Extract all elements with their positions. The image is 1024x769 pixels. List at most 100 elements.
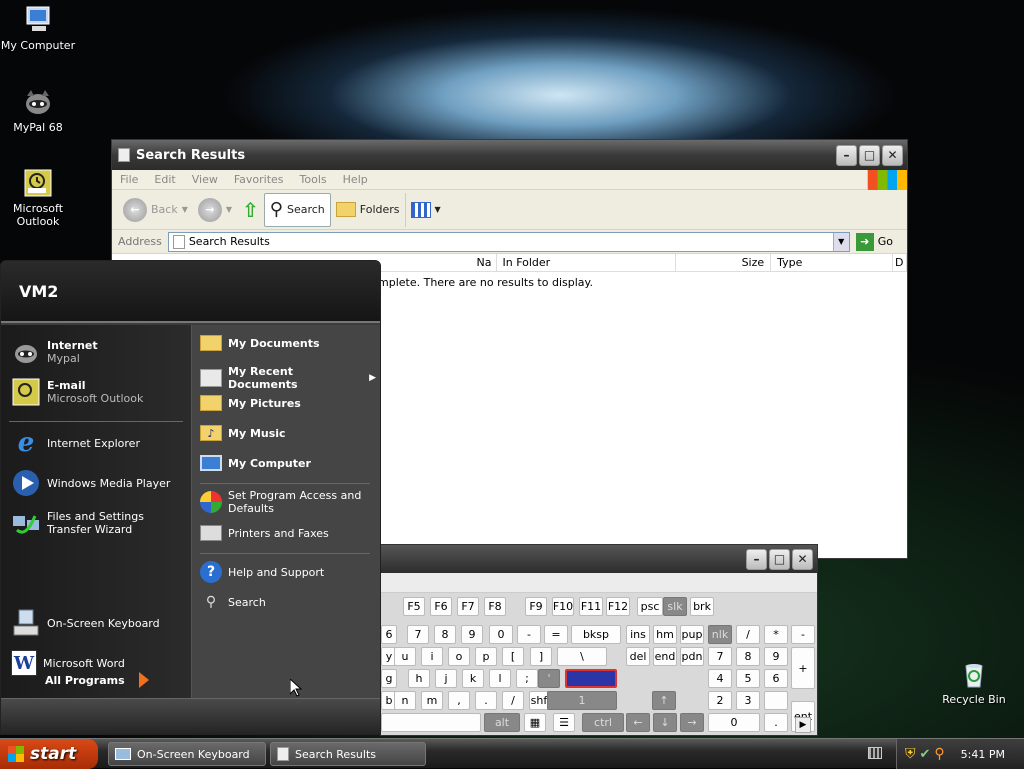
osk-key[interactable]: * (764, 625, 788, 644)
osk-key[interactable]: o (448, 647, 470, 666)
search-icon[interactable]: ⚲ (934, 746, 944, 762)
osk-key[interactable]: 0 (708, 713, 760, 732)
osk-key[interactable]: ] (530, 647, 552, 666)
osk-key[interactable]: end (653, 647, 677, 666)
osk-key[interactable]: pup (680, 625, 704, 644)
osk-key[interactable] (764, 691, 788, 710)
osk-key[interactable]: 1 (547, 691, 617, 710)
column-date[interactable]: D (893, 254, 907, 271)
osk-titlebar[interactable]: – □ ✕ (381, 545, 817, 573)
osk-key[interactable]: \ (557, 647, 607, 666)
osk-key[interactable]: 4 (708, 669, 732, 688)
up-folder-button[interactable]: ⇧ (237, 193, 264, 227)
minimize-button[interactable]: – (746, 548, 767, 570)
column-type[interactable]: Type (771, 254, 893, 271)
osk-key[interactable]: ' (538, 669, 560, 688)
osk-key[interactable]: 5 (736, 669, 760, 688)
start-item-search[interactable]: ⚲ Search (200, 591, 266, 613)
forward-button[interactable]: → ▼ (193, 193, 237, 227)
desktop-icon-mypal[interactable]: MyPal 68 (0, 86, 76, 134)
osk-key[interactable]: n (394, 691, 416, 710)
osk-key[interactable]: pdn (680, 647, 704, 666)
start-item-my-music[interactable]: ♪ My Music (200, 425, 286, 441)
security-shield-icon[interactable]: ⛨ (905, 746, 916, 762)
osk-key-down-arrow[interactable]: ↓ (653, 713, 677, 732)
osk-key[interactable]: h (408, 669, 430, 688)
start-item-transfer-wizard[interactable]: Files and Settings Transfer Wizard (11, 503, 181, 543)
osk-key[interactable]: nlk (708, 625, 732, 644)
osk-key[interactable]: i (421, 647, 443, 666)
desktop-icon-recycle-bin[interactable]: Recycle Bin (936, 658, 1012, 706)
menu-file[interactable]: File (112, 173, 146, 186)
start-item-help[interactable]: ? Help and Support (200, 561, 324, 583)
search-button[interactable]: ⚲ Search (263, 192, 331, 227)
osk-key[interactable]: F5 (403, 597, 425, 616)
osk-key[interactable]: F11 (579, 597, 603, 616)
osk-key[interactable]: bksp (571, 625, 621, 644)
osk-key[interactable]: alt (484, 713, 520, 732)
osk-key[interactable]: ins (626, 625, 650, 644)
start-item-email[interactable]: E-mail Microsoft Outlook (11, 377, 143, 407)
osk-key[interactable]: ctrl (582, 713, 624, 732)
osk-key[interactable]: 6 (764, 669, 788, 688)
taskbar-item-search-results[interactable]: Search Results (270, 742, 426, 766)
menu-favorites[interactable]: Favorites (226, 173, 292, 186)
network-icon[interactable]: ✔ (920, 747, 931, 762)
osk-key[interactable]: j (435, 669, 457, 688)
osk-key[interactable]: brk (690, 597, 714, 616)
all-programs-button[interactable]: All Programs (45, 672, 149, 688)
maximize-button[interactable]: □ (859, 144, 880, 166)
osk-key[interactable]: 9 (764, 647, 788, 666)
osk-key[interactable]: g (381, 669, 397, 688)
osk-key[interactable]: / (502, 691, 524, 710)
osk-key[interactable]: F8 (484, 597, 506, 616)
start-item-internet[interactable]: Internet Mypal (11, 337, 98, 367)
menu-edit[interactable]: Edit (146, 173, 183, 186)
osk-key[interactable]: l (489, 669, 511, 688)
start-item-my-documents[interactable]: My Documents (200, 335, 320, 351)
folders-button[interactable]: Folders (331, 193, 405, 227)
start-item-on-screen-keyboard[interactable]: On-Screen Keyboard (11, 605, 160, 641)
osk-key[interactable]: . (475, 691, 497, 710)
osk-key[interactable]: k (462, 669, 484, 688)
osk-scroll-right[interactable]: ▶ (795, 717, 811, 733)
osk-key[interactable]: ent (565, 669, 617, 688)
osk-key[interactable]: 8 (434, 625, 456, 644)
osk-key[interactable]: 0 (489, 625, 513, 644)
osk-key[interactable]: m (421, 691, 443, 710)
osk-key[interactable]: 7 (708, 647, 732, 666)
address-dropdown-button[interactable]: ▼ (832, 232, 849, 251)
osk-key-up-arrow[interactable]: ↑ (652, 691, 676, 710)
osk-key[interactable]: - (791, 625, 815, 644)
desktop-icon-my-computer[interactable]: My Computer (0, 4, 76, 52)
osk-key[interactable]: 3 (736, 691, 760, 710)
start-item-internet-explorer[interactable]: e Internet Explorer (11, 425, 140, 461)
start-item-printers[interactable]: Printers and Faxes (200, 525, 329, 541)
osk-key-right-arrow[interactable]: → (680, 713, 704, 732)
osk-key[interactable]: . (764, 713, 788, 732)
osk-key[interactable]: / (736, 625, 760, 644)
osk-key[interactable]: F12 (606, 597, 630, 616)
close-button[interactable]: ✕ (882, 144, 903, 166)
osk-key[interactable]: slk (663, 597, 687, 616)
osk-key[interactable]: , (448, 691, 470, 710)
osk-key[interactable]: 9 (461, 625, 483, 644)
back-button[interactable]: ← Back ▼ (118, 193, 193, 227)
keyboard-language-icon[interactable] (868, 747, 882, 759)
window-titlebar[interactable]: Search Results – □ ✕ (112, 140, 907, 170)
start-item-my-computer[interactable]: My Computer (200, 455, 311, 471)
osk-key-space[interactable] (381, 713, 481, 732)
osk-key[interactable]: psc (637, 597, 663, 616)
close-button[interactable]: ✕ (792, 548, 813, 570)
osk-key[interactable]: u (394, 647, 416, 666)
osk-key[interactable]: 8 (736, 647, 760, 666)
osk-key[interactable]: 2 (708, 691, 732, 710)
taskbar-item-on-screen-keyboard[interactable]: On-Screen Keyboard (108, 742, 266, 766)
osk-key-menu[interactable]: ☰ (553, 713, 575, 732)
menu-tools[interactable]: Tools (292, 173, 335, 186)
menu-view[interactable]: View (184, 173, 226, 186)
osk-key[interactable]: del (626, 647, 650, 666)
column-in-folder[interactable]: In Folder (497, 254, 677, 271)
osk-key[interactable]: F10 (552, 597, 574, 616)
start-item-my-pictures[interactable]: My Pictures (200, 395, 301, 411)
